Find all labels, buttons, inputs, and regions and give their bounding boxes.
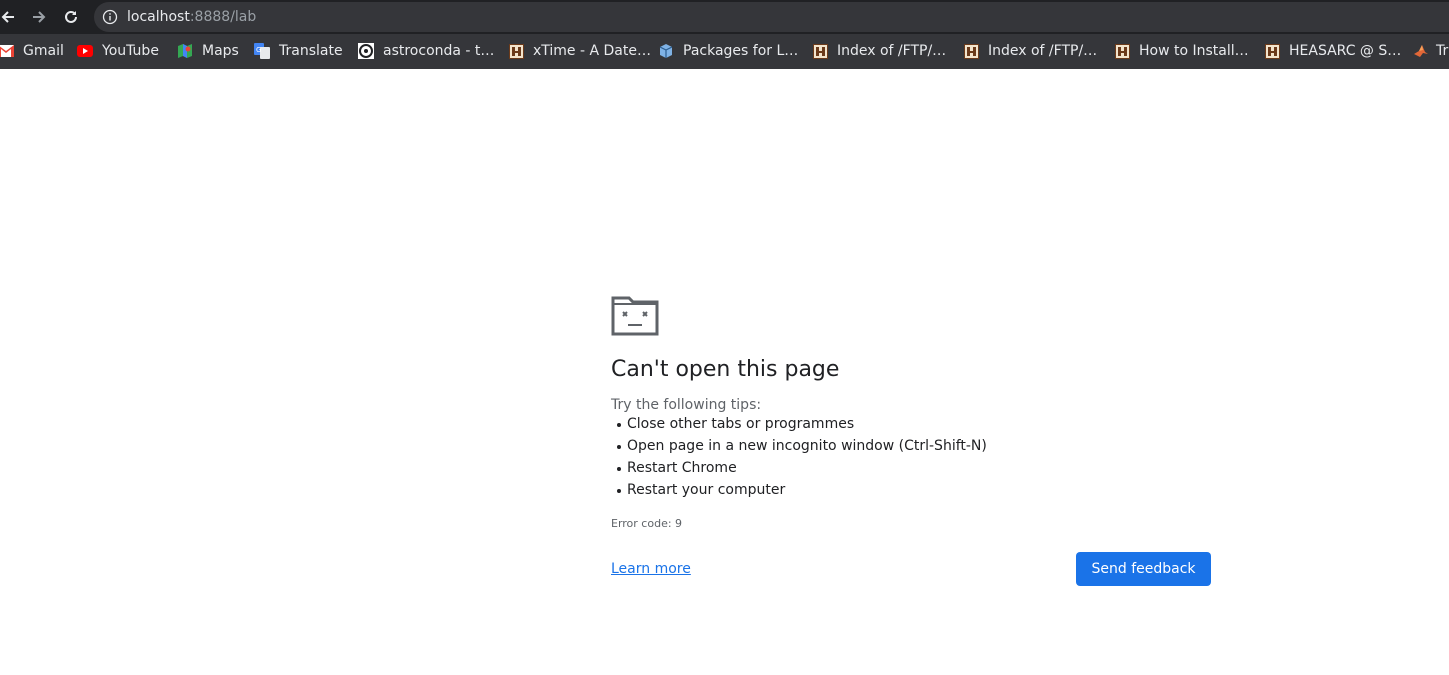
svg-text:G: G xyxy=(256,46,261,54)
maps-icon xyxy=(177,43,193,59)
page-title: Can't open this page xyxy=(611,357,840,382)
tips-heading: Try the following tips: xyxy=(611,397,762,413)
gmail-icon xyxy=(0,43,14,59)
reload-button[interactable] xyxy=(59,5,83,29)
bookmark-label: Index of /FTP/… xyxy=(837,43,947,59)
bookmark-label: Index of /FTP/… xyxy=(988,43,1098,59)
bookmark-astroconda[interactable]: astroconda - t… xyxy=(358,41,494,61)
forward-button[interactable] xyxy=(27,5,51,29)
info-icon[interactable] xyxy=(102,9,118,25)
bookmark-gmail[interactable]: Gmail xyxy=(0,41,64,61)
bookmark-maps[interactable]: Maps xyxy=(177,41,239,61)
translate-icon: G xyxy=(254,43,270,59)
browser-toolbar: localhost:8888/lab xyxy=(0,0,1449,34)
bookmark-truncated[interactable]: Tr xyxy=(1413,41,1448,61)
tips-list: Close other tabs or programmes Open page… xyxy=(611,414,987,502)
bookmark-label: Gmail xyxy=(23,43,64,59)
arrow-right-icon xyxy=(33,11,46,23)
arrow-left-icon xyxy=(1,11,14,23)
bookmark-label: YouTube xyxy=(102,43,159,59)
package-icon xyxy=(658,43,674,59)
bookmark-label: xTime - A Date… xyxy=(533,43,651,59)
list-item: Restart Chrome xyxy=(611,458,987,480)
heasarc-icon xyxy=(963,43,979,59)
reload-icon xyxy=(65,10,77,23)
sad-folder-icon xyxy=(611,296,659,336)
bookmark-label: Translate xyxy=(279,43,343,59)
address-bar[interactable]: localhost:8888/lab xyxy=(94,2,1449,32)
bookmark-label: Maps xyxy=(202,43,239,59)
learn-more-link[interactable]: Learn more xyxy=(611,560,691,578)
heasarc-icon xyxy=(812,43,828,59)
bookmark-index-ftp-1[interactable]: Index of /FTP/… xyxy=(812,41,946,61)
bookmark-youtube[interactable]: YouTube xyxy=(77,41,159,61)
url-host: localhost xyxy=(127,9,190,25)
send-feedback-button[interactable]: Send feedback xyxy=(1076,552,1211,586)
youtube-icon xyxy=(77,43,93,59)
error-code: Error code: 9 xyxy=(611,517,683,530)
bookmark-label: HEASARC @ S… xyxy=(1289,43,1402,59)
bookmark-translate[interactable]: G Translate xyxy=(254,41,343,61)
bookmark-label: Tr xyxy=(1436,43,1449,59)
bookmarks-bar: Gmail YouTube Maps G Translate astrocond… xyxy=(0,34,1449,69)
back-button[interactable] xyxy=(0,5,20,29)
bookmark-label: astroconda - t… xyxy=(383,43,495,59)
bookmark-label: Packages for L… xyxy=(683,43,799,59)
url-text[interactable]: localhost:8888/lab xyxy=(127,8,256,26)
bookmark-heasarc[interactable]: HEASARC @ S… xyxy=(1264,41,1401,61)
heasarc-icon xyxy=(1264,43,1280,59)
heasarc-icon xyxy=(1114,43,1130,59)
bookmark-packages[interactable]: Packages for L… xyxy=(658,41,798,61)
heasarc-icon xyxy=(508,43,524,59)
bookmark-index-ftp-2[interactable]: Index of /FTP/… xyxy=(963,41,1097,61)
list-item: Close other tabs or programmes xyxy=(611,414,987,436)
list-item: Open page in a new incognito window (Ctr… xyxy=(611,436,987,458)
astroconda-icon xyxy=(358,43,374,59)
bookmark-xtime[interactable]: xTime - A Date… xyxy=(508,41,651,61)
matlab-icon xyxy=(1413,43,1429,59)
bookmark-label: How to Install… xyxy=(1139,43,1249,59)
bookmark-how-to-install[interactable]: How to Install… xyxy=(1114,41,1249,61)
url-path: :8888/lab xyxy=(189,9,257,25)
list-item: Restart your computer xyxy=(611,480,987,502)
